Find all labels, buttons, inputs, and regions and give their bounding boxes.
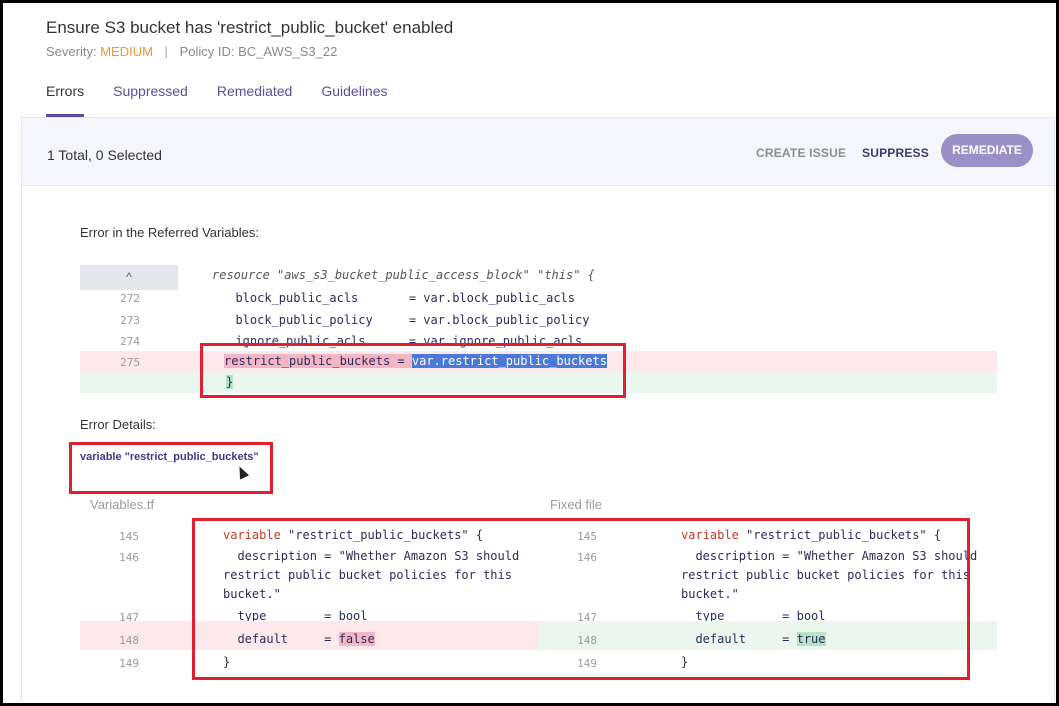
line-number: 145 xyxy=(119,530,139,543)
page-title: Ensure S3 bucket has 'restrict_public_bu… xyxy=(46,18,454,37)
line-number: 149 xyxy=(119,657,139,670)
annotation-box xyxy=(192,518,970,680)
severity-label: Severity: xyxy=(46,44,97,59)
resource-line: resource "aws_s3_bucket_public_access_bl… xyxy=(212,268,595,282)
selection-count: 1 Total, 0 Selected xyxy=(47,147,162,163)
line-number: 275 xyxy=(120,356,140,369)
code-row-272: 272 block_public_acls = var.block_public… xyxy=(80,288,997,309)
tab-suppressed[interactable]: Suppressed xyxy=(113,83,188,117)
chevron-up-icon: ^ xyxy=(126,270,132,284)
line-number: 146 xyxy=(119,551,139,564)
tab-bar: Errors Suppressed Remediated Guidelines xyxy=(46,83,417,117)
suppress-button[interactable]: SUPPRESS xyxy=(862,146,929,160)
policy-id: Policy ID: BC_AWS_S3_22 xyxy=(179,44,338,59)
severity-value: MEDIUM xyxy=(100,44,153,59)
line-number: 273 xyxy=(120,314,140,327)
error-details-label: Error Details: xyxy=(80,417,156,432)
code-line: block_public_acls = var.block_public_acl… xyxy=(221,291,576,305)
remediate-button[interactable]: REMEDIATE xyxy=(941,134,1033,167)
left-file-title: Variables.tf xyxy=(90,497,155,512)
tab-remediated[interactable]: Remediated xyxy=(217,83,293,117)
tab-guidelines[interactable]: Guidelines xyxy=(321,83,387,117)
meta-separator: | xyxy=(164,44,168,59)
right-file-title: Fixed file xyxy=(550,497,603,512)
create-issue-button[interactable]: CREATE ISSUE xyxy=(756,146,846,160)
code-row-273: 273 block_public_policy = var.block_publ… xyxy=(80,310,997,331)
referred-variables-label: Error in the Referred Variables: xyxy=(80,225,259,240)
policy-meta: Severity: MEDIUM | Policy ID: BC_AWS_S3_… xyxy=(46,44,337,59)
annotation-box xyxy=(200,343,626,398)
collapse-code-button[interactable]: ^ xyxy=(80,265,178,290)
line-number: 274 xyxy=(120,335,140,348)
line-number: 272 xyxy=(120,292,140,305)
tab-errors[interactable]: Errors xyxy=(46,83,85,117)
toolbar: 1 Total, 0 Selected CREATE ISSUE SUPPRES… xyxy=(22,118,1054,186)
page: Ensure S3 bucket has 'restrict_public_bu… xyxy=(3,3,1056,703)
code-line: block_public_policy = var.block_public_p… xyxy=(221,313,590,327)
line-number: 148 xyxy=(119,634,139,647)
